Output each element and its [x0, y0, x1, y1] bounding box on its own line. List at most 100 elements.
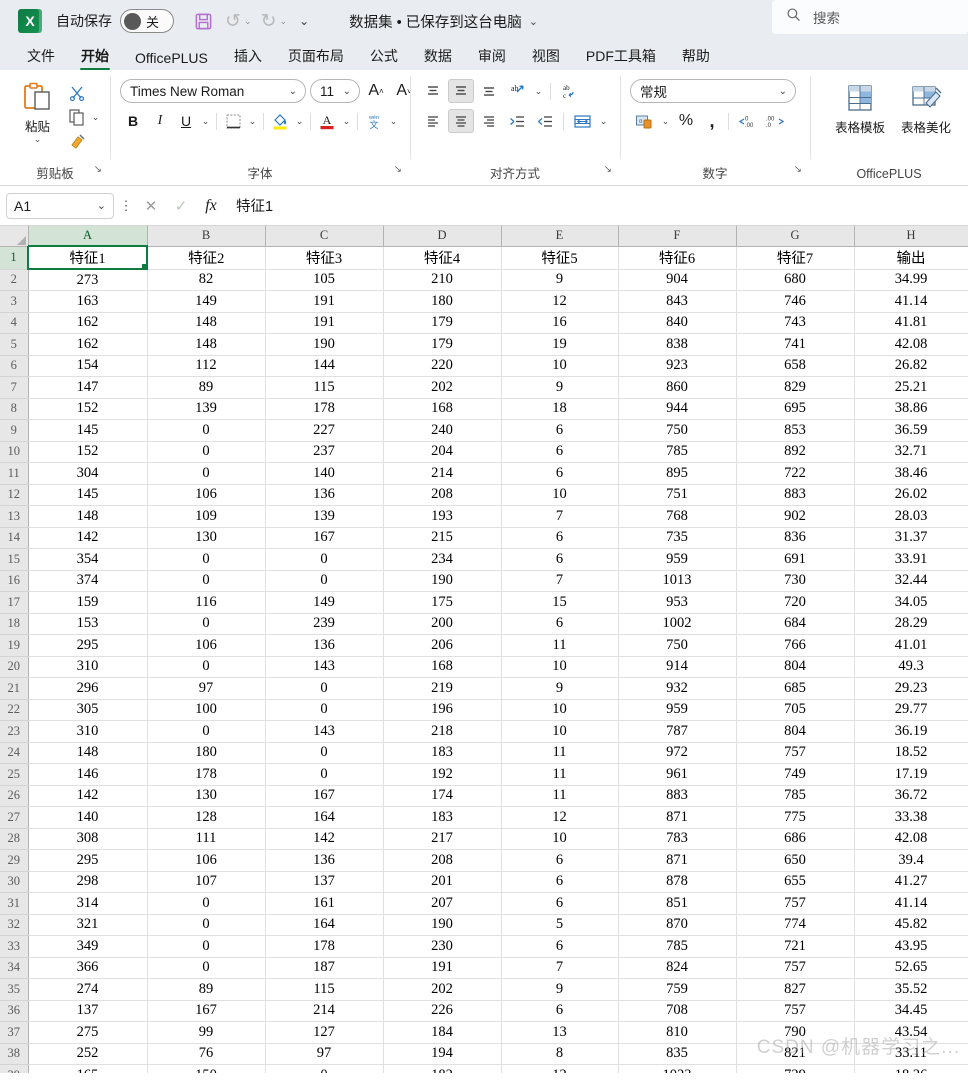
cell-a1[interactable]: 特征1 — [27, 245, 148, 270]
cell-g28[interactable]: 686 — [736, 828, 855, 850]
cell-b22[interactable]: 100 — [147, 699, 266, 721]
cell-g23[interactable]: 804 — [736, 720, 855, 743]
cell-b21[interactable]: 97 — [147, 677, 266, 700]
cell-a30[interactable]: 298 — [28, 871, 148, 893]
cell-d9[interactable]: 240 — [383, 419, 502, 442]
cell-h11[interactable]: 38.46 — [854, 462, 968, 485]
row-header[interactable]: 7 — [0, 376, 29, 399]
row-header[interactable]: 10 — [0, 441, 29, 463]
cell-d38[interactable]: 194 — [383, 1043, 502, 1065]
cell-g35[interactable]: 827 — [736, 978, 855, 1001]
cell-g18[interactable]: 684 — [736, 613, 855, 635]
cell-d18[interactable]: 200 — [383, 613, 502, 635]
cell-e7[interactable]: 9 — [501, 376, 619, 399]
cell-c29[interactable]: 136 — [265, 849, 384, 872]
align-top-icon[interactable] — [420, 79, 446, 103]
cell-e12[interactable]: 10 — [501, 484, 619, 506]
cell-b38[interactable]: 76 — [147, 1043, 266, 1065]
cell-e31[interactable]: 6 — [501, 892, 619, 915]
increase-indent-icon[interactable] — [532, 109, 558, 133]
cell-g6[interactable]: 658 — [736, 355, 855, 377]
cell-c19[interactable]: 136 — [265, 634, 384, 657]
cell-c30[interactable]: 137 — [265, 871, 384, 893]
cell-b26[interactable]: 130 — [147, 785, 266, 807]
font-name-chevron-down-icon[interactable]: ⌄ — [285, 86, 301, 97]
cell-d13[interactable]: 193 — [383, 505, 502, 528]
cell-g21[interactable]: 685 — [736, 677, 855, 700]
cell-d33[interactable]: 230 — [383, 935, 502, 958]
cell-e13[interactable]: 7 — [501, 505, 619, 528]
cell-a25[interactable]: 146 — [28, 763, 148, 786]
percent-style-button[interactable]: % — [673, 109, 699, 133]
cell-b12[interactable]: 106 — [147, 484, 266, 506]
wrap-text-icon[interactable]: ab c — [556, 79, 582, 103]
cell-a17[interactable]: 159 — [28, 591, 148, 614]
cell-d23[interactable]: 218 — [383, 720, 502, 743]
tab-formulas[interactable]: 公式 — [357, 46, 411, 70]
cell-f4[interactable]: 840 — [618, 312, 737, 334]
cell-b23[interactable]: 0 — [147, 720, 266, 743]
cell-b39[interactable]: 150 — [147, 1064, 266, 1073]
row-header[interactable]: 31 — [0, 892, 29, 915]
cell-a16[interactable]: 374 — [28, 570, 148, 592]
cell-f35[interactable]: 759 — [618, 978, 737, 1001]
cell-d39[interactable]: 182 — [383, 1064, 502, 1073]
row-header[interactable]: 6 — [0, 355, 29, 377]
cell-g39[interactable]: 729 — [736, 1064, 855, 1073]
cell-f26[interactable]: 883 — [618, 785, 737, 807]
cell-f38[interactable]: 835 — [618, 1043, 737, 1065]
cell-a32[interactable]: 321 — [28, 914, 148, 936]
cell-c8[interactable]: 178 — [265, 398, 384, 420]
underline-chevron-down-icon[interactable]: ⌄ — [199, 116, 212, 127]
cell-e8[interactable]: 18 — [501, 398, 619, 420]
tab-home[interactable]: 开始 — [68, 46, 122, 70]
cell-h24[interactable]: 18.52 — [854, 742, 968, 764]
cell-b15[interactable]: 0 — [147, 548, 266, 571]
cell-a11[interactable]: 304 — [28, 462, 148, 485]
row-header[interactable]: 3 — [0, 290, 29, 313]
cell-b17[interactable]: 116 — [147, 591, 266, 614]
cell-g33[interactable]: 721 — [736, 935, 855, 958]
cell-c14[interactable]: 167 — [265, 527, 384, 549]
cell-d31[interactable]: 207 — [383, 892, 502, 915]
cell-a39[interactable]: 165 — [28, 1064, 148, 1073]
cell-b35[interactable]: 89 — [147, 978, 266, 1001]
cell-e16[interactable]: 7 — [501, 570, 619, 592]
cell-e9[interactable]: 6 — [501, 419, 619, 442]
cell-g9[interactable]: 853 — [736, 419, 855, 442]
cell-c33[interactable]: 178 — [265, 935, 384, 958]
column-header-b[interactable]: B — [147, 226, 266, 247]
cell-d20[interactable]: 168 — [383, 656, 502, 678]
column-header-e[interactable]: E — [501, 226, 619, 247]
cell-g31[interactable]: 757 — [736, 892, 855, 915]
cell-a9[interactable]: 145 — [28, 419, 148, 442]
cell-a36[interactable]: 137 — [28, 1000, 148, 1022]
cell-h26[interactable]: 36.72 — [854, 785, 968, 807]
cell-b14[interactable]: 130 — [147, 527, 266, 549]
cell-a8[interactable]: 152 — [28, 398, 148, 420]
row-header[interactable]: 5 — [0, 333, 29, 356]
cell-b24[interactable]: 180 — [147, 742, 266, 764]
align-middle-icon[interactable] — [448, 79, 474, 103]
cell-d5[interactable]: 179 — [383, 333, 502, 356]
cell-c23[interactable]: 143 — [265, 720, 384, 743]
increase-decimal-icon[interactable]: 0.00 — [733, 109, 761, 133]
cell-d8[interactable]: 168 — [383, 398, 502, 420]
fill-color-icon[interactable] — [268, 109, 292, 133]
cell-e10[interactable]: 6 — [501, 441, 619, 463]
grow-font-icon[interactable]: A ˄ — [364, 79, 388, 103]
cell-f36[interactable]: 708 — [618, 1000, 737, 1022]
cell-a2[interactable]: 273 — [28, 269, 148, 291]
cell-d28[interactable]: 217 — [383, 828, 502, 850]
cell-c37[interactable]: 127 — [265, 1021, 384, 1044]
cell-c12[interactable]: 136 — [265, 484, 384, 506]
number-format-combobox[interactable]: 常规 ⌄ — [630, 79, 796, 103]
cell-g15[interactable]: 691 — [736, 548, 855, 571]
insert-function-icon[interactable]: fx — [198, 193, 224, 219]
cell-a27[interactable]: 140 — [28, 806, 148, 829]
cell-h31[interactable]: 41.14 — [854, 892, 968, 915]
cell-e37[interactable]: 13 — [501, 1021, 619, 1044]
cell-h4[interactable]: 41.81 — [854, 312, 968, 334]
select-all-corner[interactable] — [0, 226, 29, 247]
cell-c10[interactable]: 237 — [265, 441, 384, 463]
